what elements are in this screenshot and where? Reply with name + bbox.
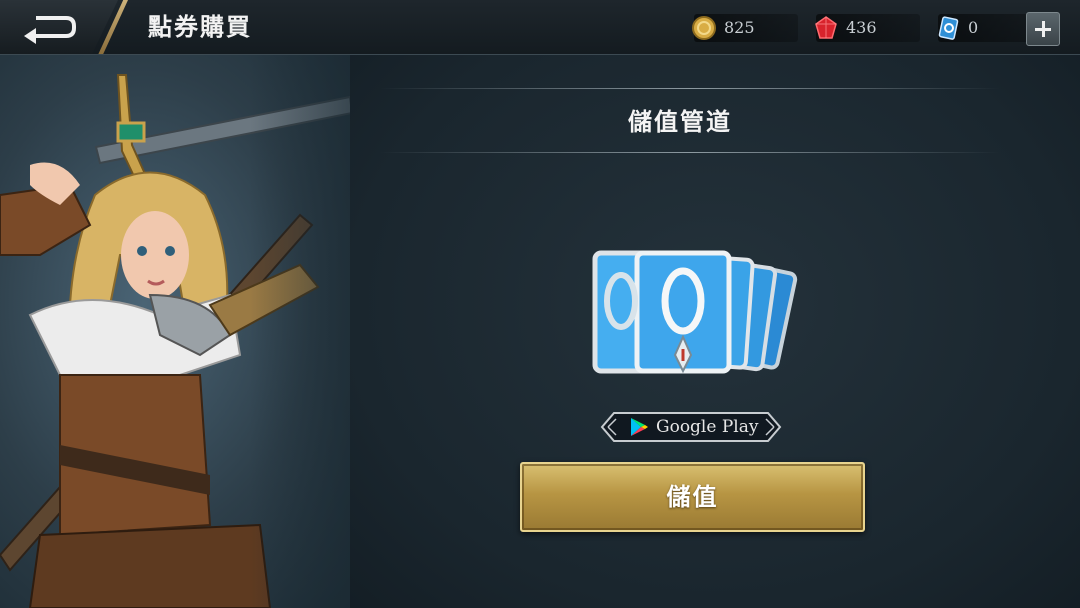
google-play-badge: Google Play: [600, 411, 782, 443]
ruby-value: 436: [846, 18, 877, 37]
section-title: 儲值管道: [628, 108, 732, 136]
ruby-counter: 436: [815, 14, 920, 42]
gold-coin-counter: 825: [692, 14, 798, 42]
back-arrow-icon: [24, 16, 76, 44]
page-title: 點券購買: [148, 13, 252, 41]
back-button[interactable]: [0, 0, 118, 54]
topup-button[interactable]: 儲值: [520, 462, 865, 532]
gold-coin-icon: [692, 16, 716, 40]
voucher-value: 0: [968, 18, 979, 37]
top-bar: 點券購買 825 436 0: [0, 0, 1080, 55]
store-name: Google Play: [656, 417, 759, 437]
topup-button-label: 儲值: [666, 483, 719, 511]
gold-coin-value: 825: [724, 18, 755, 37]
voucher-icon: [938, 16, 959, 40]
title-top-divider: [380, 88, 1000, 89]
add-currency-button[interactable]: [1026, 12, 1060, 46]
google-play-icon: [631, 418, 648, 436]
title-bottom-divider: [380, 152, 1000, 153]
ruby-icon: [815, 16, 837, 39]
voucher-cards-icon: [592, 250, 798, 374]
